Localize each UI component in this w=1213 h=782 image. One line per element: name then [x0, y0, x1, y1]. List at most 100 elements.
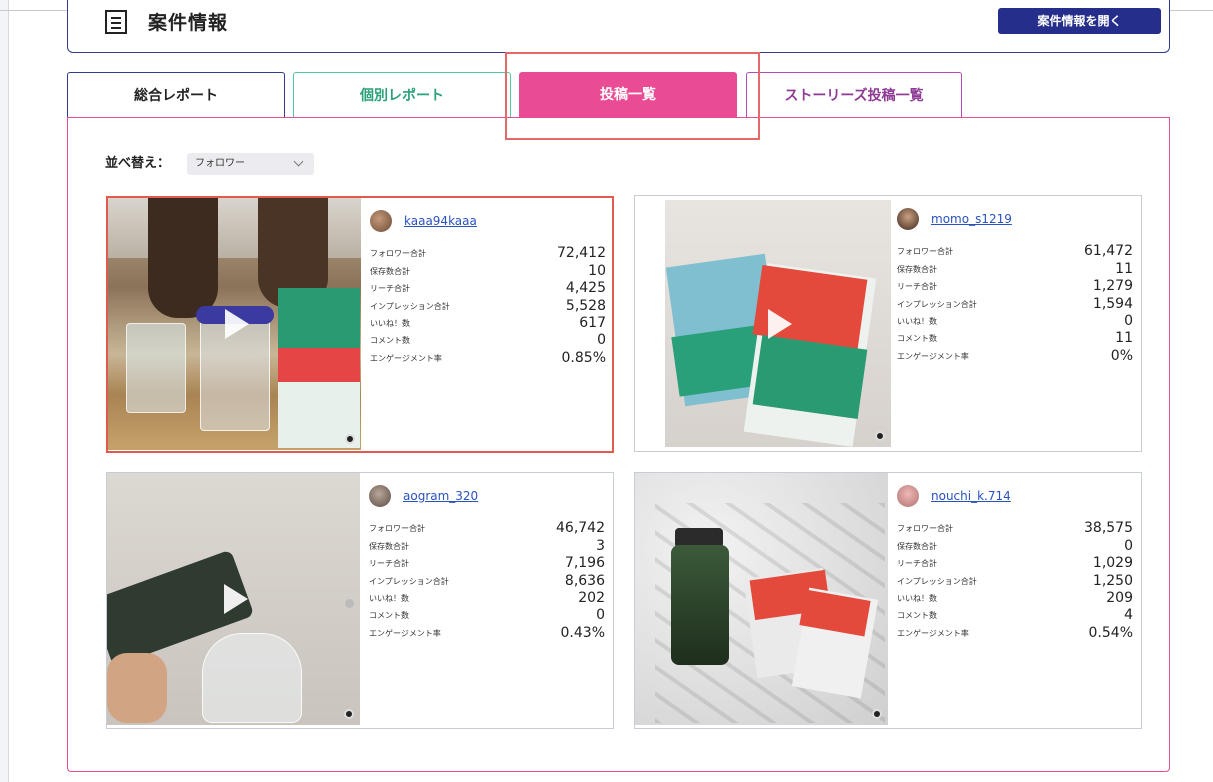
- project-info-title: 案件情報: [148, 12, 229, 34]
- stat-value: 8,636: [564, 572, 605, 589]
- post-stats: フォロワー合計 61,472 保存数合計 11 リーチ合計 1,279 インプレッショ…: [897, 242, 1133, 364]
- stat-engagement: エンゲージメント率 0%: [897, 346, 1133, 364]
- stat-label: コメント数: [370, 336, 410, 346]
- stat-value: 0: [1124, 537, 1133, 554]
- username-link[interactable]: momo_s1219: [931, 212, 1012, 226]
- stat-impressions: インプレッション合計 1,250: [897, 571, 1133, 589]
- avatar: [897, 208, 919, 230]
- sort-select[interactable]: フォロワー: [187, 153, 314, 175]
- stat-label: リーチ合計: [369, 559, 409, 569]
- stat-value: 0.85%: [561, 349, 606, 366]
- username-link[interactable]: kaaa94kaaa: [404, 214, 477, 228]
- avatar: [369, 485, 391, 507]
- stat-comments: コメント数 4: [897, 606, 1133, 623]
- stat-value: 38,575: [1084, 520, 1133, 537]
- stat-likes: いいね！数 209: [897, 589, 1133, 606]
- tab-post-list-label: 投稿一覧: [600, 87, 656, 103]
- sort-label: 並べ替え：: [105, 156, 171, 171]
- stat-label: インプレッション合計: [370, 301, 450, 311]
- stat-value: 11: [1115, 330, 1133, 347]
- stat-value: 10: [588, 262, 606, 279]
- stat-label: フォロワー合計: [370, 249, 426, 259]
- stat-value: 11: [1115, 260, 1133, 277]
- stat-value: 1,250: [1092, 572, 1133, 589]
- stat-label: フォロワー合計: [897, 524, 953, 534]
- stat-label: リーチ合計: [897, 559, 937, 569]
- stat-label: いいね！数: [897, 593, 937, 603]
- post-card[interactable]: momo_s1219 フォロワー合計 61,472 保存数合計 11 リーチ合計 1,…: [634, 195, 1142, 452]
- stat-saves: 保存数合計 11: [897, 259, 1133, 277]
- project-info-panel: 案件情報 案件情報を開く: [67, 0, 1170, 53]
- stat-comments: コメント数 0: [370, 331, 606, 348]
- stat-value: 46,742: [556, 520, 605, 537]
- stat-value: 209: [1106, 589, 1133, 606]
- stat-label: コメント数: [897, 611, 937, 621]
- post-thumbnail[interactable]: [665, 200, 891, 447]
- stat-value: 4: [1124, 607, 1133, 624]
- stat-label: コメント数: [369, 611, 409, 621]
- post-card[interactable]: nouchi_k.714 フォロワー合計 38,575 保存数合計 0 リーチ合計 1…: [634, 472, 1142, 729]
- stat-value: 1,029: [1092, 555, 1133, 572]
- stat-value: 3: [596, 537, 605, 554]
- tab-overall-report[interactable]: 総合レポート: [67, 72, 285, 119]
- stat-label: エンゲージメント率: [369, 628, 441, 638]
- camera-icon: [345, 434, 355, 444]
- stat-saves: 保存数合計 0: [897, 536, 1133, 554]
- stat-impressions: インプレッション合計 5,528: [370, 296, 606, 314]
- stat-label: リーチ合計: [370, 284, 410, 294]
- username-link[interactable]: nouchi_k.714: [931, 489, 1011, 503]
- stat-value: 617: [579, 314, 606, 331]
- chevron-down-icon: [293, 156, 304, 167]
- stat-value: 0%: [1110, 347, 1133, 364]
- post-card[interactable]: kaaa94kaaa フォロワー合計 72,412 保存数合計 10 リーチ合計 4,…: [106, 196, 614, 453]
- tab-post-list[interactable]: 投稿一覧: [519, 72, 737, 129]
- stat-label: いいね！数: [369, 593, 409, 603]
- post-thumbnail[interactable]: [108, 198, 361, 450]
- play-icon: [223, 584, 248, 614]
- stat-label: フォロワー合計: [369, 524, 425, 534]
- stat-value: 5,528: [565, 297, 606, 314]
- stat-reach: リーチ合計 1,279: [897, 277, 1133, 294]
- post-stats: フォロワー合計 38,575 保存数合計 0 リーチ合計 1,029 インプレッション…: [897, 519, 1133, 641]
- stat-engagement: エンゲージメント率 0.43%: [369, 623, 605, 641]
- camera-icon: [344, 709, 354, 719]
- stat-followers: フォロワー合計 38,575: [897, 519, 1133, 536]
- stat-label: リーチ合計: [897, 282, 937, 292]
- stat-value: 1,594: [1092, 295, 1133, 312]
- stat-label: インプレッション合計: [897, 299, 977, 309]
- stat-saves: 保存数合計 10: [370, 261, 606, 279]
- post-thumbnail[interactable]: [107, 473, 360, 725]
- stat-comments: コメント数 0: [369, 606, 605, 623]
- stat-impressions: インプレッション合計 8,636: [369, 571, 605, 589]
- camera-icon: [872, 709, 882, 719]
- stat-likes: いいね！数 202: [369, 589, 605, 606]
- post-card[interactable]: aogram_320 フォロワー合計 46,742 保存数合計 3 リーチ合計 7,1…: [106, 472, 614, 729]
- stat-engagement: エンゲージメント率 0.85%: [370, 348, 606, 366]
- play-icon: [768, 308, 792, 339]
- stat-reach: リーチ合計 4,425: [370, 279, 606, 296]
- username-link[interactable]: aogram_320: [403, 489, 478, 503]
- stat-impressions: インプレッション合計 1,594: [897, 294, 1133, 312]
- stat-comments: コメント数 11: [897, 329, 1133, 346]
- post-thumbnail[interactable]: [635, 473, 888, 725]
- stat-saves: 保存数合計 3: [369, 536, 605, 554]
- stat-engagement: エンゲージメント率 0.54%: [897, 623, 1133, 641]
- stat-value: 61,472: [1084, 243, 1133, 260]
- tab-individual-report[interactable]: 個別レポート: [293, 72, 511, 119]
- stat-label: いいね！数: [370, 318, 410, 328]
- avatar: [370, 210, 392, 232]
- open-project-info-button[interactable]: 案件情報を開く: [998, 8, 1161, 34]
- stat-label: フォロワー合計: [897, 247, 953, 257]
- stat-likes: いいね！数 0: [897, 312, 1133, 329]
- play-icon: [224, 309, 249, 339]
- stat-value: 0: [597, 332, 606, 349]
- stat-reach: リーチ合計 1,029: [897, 554, 1133, 571]
- stat-label: エンゲージメント率: [897, 628, 969, 638]
- stat-reach: リーチ合計 7,196: [369, 554, 605, 571]
- next-arrow-icon[interactable]: [345, 599, 354, 608]
- sort-selected-value: フォロワー: [195, 158, 245, 169]
- stat-value: 7,196: [564, 555, 605, 572]
- tab-stories-post-list[interactable]: ストーリーズ投稿一覧: [746, 72, 962, 119]
- stat-likes: いいね！数 617: [370, 314, 606, 331]
- post-stats: フォロワー合計 46,742 保存数合計 3 リーチ合計 7,196 インプレッション…: [369, 519, 605, 641]
